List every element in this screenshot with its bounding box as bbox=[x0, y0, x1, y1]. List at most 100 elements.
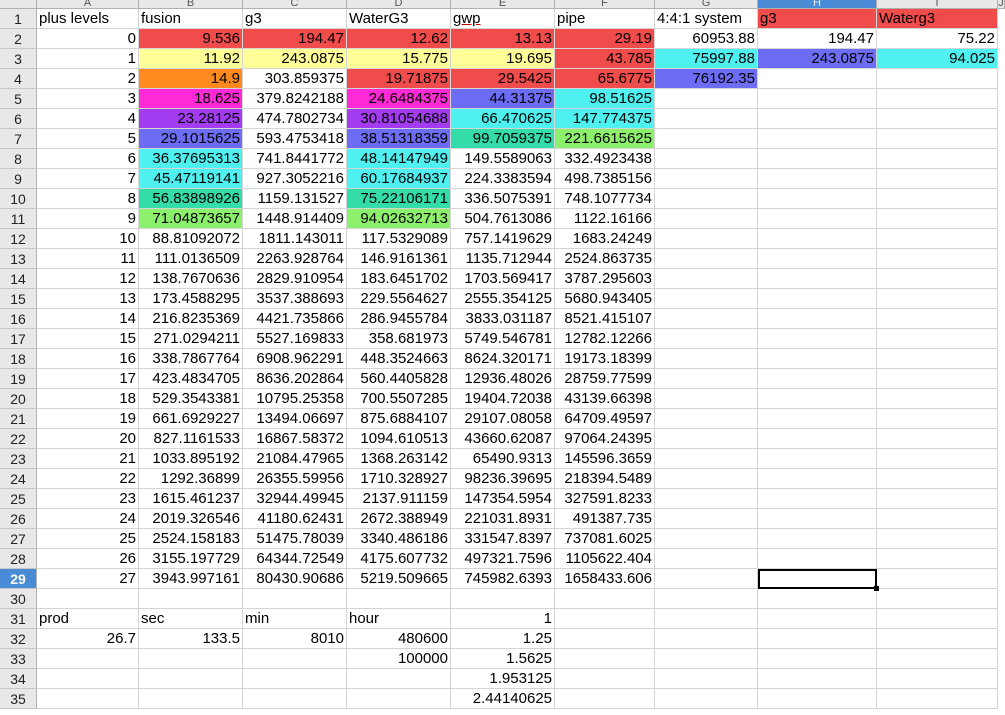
cell-e16[interactable]: 3833.031187 bbox=[451, 309, 555, 329]
row-header-6[interactable]: 6 bbox=[0, 109, 37, 129]
cell-b31[interactable]: sec bbox=[139, 609, 243, 629]
cell-h1[interactable]: g3 bbox=[758, 9, 877, 29]
cell-b5[interactable]: 18.625 bbox=[139, 89, 243, 109]
cell-h5[interactable] bbox=[758, 89, 877, 109]
cell-a29[interactable]: 27 bbox=[37, 569, 139, 589]
cell-d3[interactable]: 15.775 bbox=[347, 49, 451, 69]
cell-c30[interactable] bbox=[243, 589, 347, 609]
cell-i19[interactable] bbox=[877, 369, 998, 389]
cell-g5[interactable] bbox=[655, 89, 758, 109]
cell-h25[interactable] bbox=[758, 489, 877, 509]
cell-f13[interactable]: 2524.863735 bbox=[555, 249, 655, 269]
cell-a12[interactable]: 10 bbox=[37, 229, 139, 249]
cell-d6[interactable]: 30.81054688 bbox=[347, 109, 451, 129]
cell-e30[interactable] bbox=[451, 589, 555, 609]
fill-handle[interactable] bbox=[874, 586, 879, 591]
cell-h35[interactable] bbox=[758, 689, 877, 709]
cell-b28[interactable]: 3155.197729 bbox=[139, 549, 243, 569]
cell-e17[interactable]: 5749.546781 bbox=[451, 329, 555, 349]
cell-c3[interactable]: 243.0875 bbox=[243, 49, 347, 69]
cell-e14[interactable]: 1703.569417 bbox=[451, 269, 555, 289]
cell-h2[interactable]: 194.47 bbox=[758, 29, 877, 49]
cell-f15[interactable]: 5680.943405 bbox=[555, 289, 655, 309]
cell-e18[interactable]: 8624.320171 bbox=[451, 349, 555, 369]
cell-h26[interactable] bbox=[758, 509, 877, 529]
row-header-15[interactable]: 15 bbox=[0, 289, 37, 309]
cell-c4[interactable]: 303.859375 bbox=[243, 69, 347, 89]
cell-c14[interactable]: 2829.910954 bbox=[243, 269, 347, 289]
cell-d35[interactable] bbox=[347, 689, 451, 709]
cell-f5[interactable]: 98.51625 bbox=[555, 89, 655, 109]
cell-c23[interactable]: 21084.47965 bbox=[243, 449, 347, 469]
cell-a32[interactable]: 26.7 bbox=[37, 629, 139, 649]
cell-i21[interactable] bbox=[877, 409, 998, 429]
cell-i18[interactable] bbox=[877, 349, 998, 369]
cell-i1[interactable]: Waterg3 bbox=[877, 9, 998, 29]
cell-a21[interactable]: 19 bbox=[37, 409, 139, 429]
row-header-26[interactable]: 26 bbox=[0, 509, 37, 529]
cell-c19[interactable]: 8636.202864 bbox=[243, 369, 347, 389]
row-header-18[interactable]: 18 bbox=[0, 349, 37, 369]
cell-b8[interactable]: 36.37695313 bbox=[139, 149, 243, 169]
row-header-27[interactable]: 27 bbox=[0, 529, 37, 549]
cell-a13[interactable]: 11 bbox=[37, 249, 139, 269]
cell-a2[interactable]: 0 bbox=[37, 29, 139, 49]
cell-c28[interactable]: 64344.72549 bbox=[243, 549, 347, 569]
column-header-f[interactable]: F bbox=[555, 0, 655, 9]
cell-i25[interactable] bbox=[877, 489, 998, 509]
cell-b24[interactable]: 1292.36899 bbox=[139, 469, 243, 489]
cell-a11[interactable]: 9 bbox=[37, 209, 139, 229]
cell-g27[interactable] bbox=[655, 529, 758, 549]
cell-a19[interactable]: 17 bbox=[37, 369, 139, 389]
cell-f8[interactable]: 332.4923438 bbox=[555, 149, 655, 169]
cell-d29[interactable]: 5219.509665 bbox=[347, 569, 451, 589]
cell-a31[interactable]: prod bbox=[37, 609, 139, 629]
cell-d22[interactable]: 1094.610513 bbox=[347, 429, 451, 449]
cell-i5[interactable] bbox=[877, 89, 998, 109]
cell-g17[interactable] bbox=[655, 329, 758, 349]
cell-c1[interactable]: g3 bbox=[243, 9, 347, 29]
cell-d9[interactable]: 60.17684937 bbox=[347, 169, 451, 189]
cell-h34[interactable] bbox=[758, 669, 877, 689]
cell-b7[interactable]: 29.1015625 bbox=[139, 129, 243, 149]
cell-g15[interactable] bbox=[655, 289, 758, 309]
cell-f20[interactable]: 43139.66398 bbox=[555, 389, 655, 409]
cell-i20[interactable] bbox=[877, 389, 998, 409]
cell-h27[interactable] bbox=[758, 529, 877, 549]
cell-a7[interactable]: 5 bbox=[37, 129, 139, 149]
cell-c12[interactable]: 1811.143011 bbox=[243, 229, 347, 249]
cell-b15[interactable]: 173.4588295 bbox=[139, 289, 243, 309]
cell-d15[interactable]: 229.5564627 bbox=[347, 289, 451, 309]
cell-b33[interactable] bbox=[139, 649, 243, 669]
cell-f3[interactable]: 43.785 bbox=[555, 49, 655, 69]
cell-h20[interactable] bbox=[758, 389, 877, 409]
cell-e35[interactable]: 2.44140625 bbox=[451, 689, 555, 709]
cell-c26[interactable]: 41180.62431 bbox=[243, 509, 347, 529]
cell-i6[interactable] bbox=[877, 109, 998, 129]
cell-c2[interactable]: 194.47 bbox=[243, 29, 347, 49]
cell-f22[interactable]: 97064.24395 bbox=[555, 429, 655, 449]
cell-f7[interactable]: 221.6615625 bbox=[555, 129, 655, 149]
cell-i29[interactable] bbox=[877, 569, 998, 589]
row-header-9[interactable]: 9 bbox=[0, 169, 37, 189]
cell-b10[interactable]: 56.83898926 bbox=[139, 189, 243, 209]
cell-f12[interactable]: 1683.24249 bbox=[555, 229, 655, 249]
cell-e21[interactable]: 29107.08058 bbox=[451, 409, 555, 429]
cell-a3[interactable]: 1 bbox=[37, 49, 139, 69]
cell-h10[interactable] bbox=[758, 189, 877, 209]
cell-g4[interactable]: 76192.35 bbox=[655, 69, 758, 89]
cell-b32[interactable]: 133.5 bbox=[139, 629, 243, 649]
row-header-29[interactable]: 29 bbox=[0, 569, 37, 589]
cell-a6[interactable]: 4 bbox=[37, 109, 139, 129]
cell-g22[interactable] bbox=[655, 429, 758, 449]
cell-f4[interactable]: 65.6775 bbox=[555, 69, 655, 89]
cell-b9[interactable]: 45.47119141 bbox=[139, 169, 243, 189]
cell-d24[interactable]: 1710.328927 bbox=[347, 469, 451, 489]
cell-e4[interactable]: 29.5425 bbox=[451, 69, 555, 89]
cell-f23[interactable]: 145596.3659 bbox=[555, 449, 655, 469]
cell-g35[interactable] bbox=[655, 689, 758, 709]
cell-b12[interactable]: 88.81092072 bbox=[139, 229, 243, 249]
cell-g19[interactable] bbox=[655, 369, 758, 389]
cell-b23[interactable]: 1033.895192 bbox=[139, 449, 243, 469]
cell-d33[interactable]: 100000 bbox=[347, 649, 451, 669]
